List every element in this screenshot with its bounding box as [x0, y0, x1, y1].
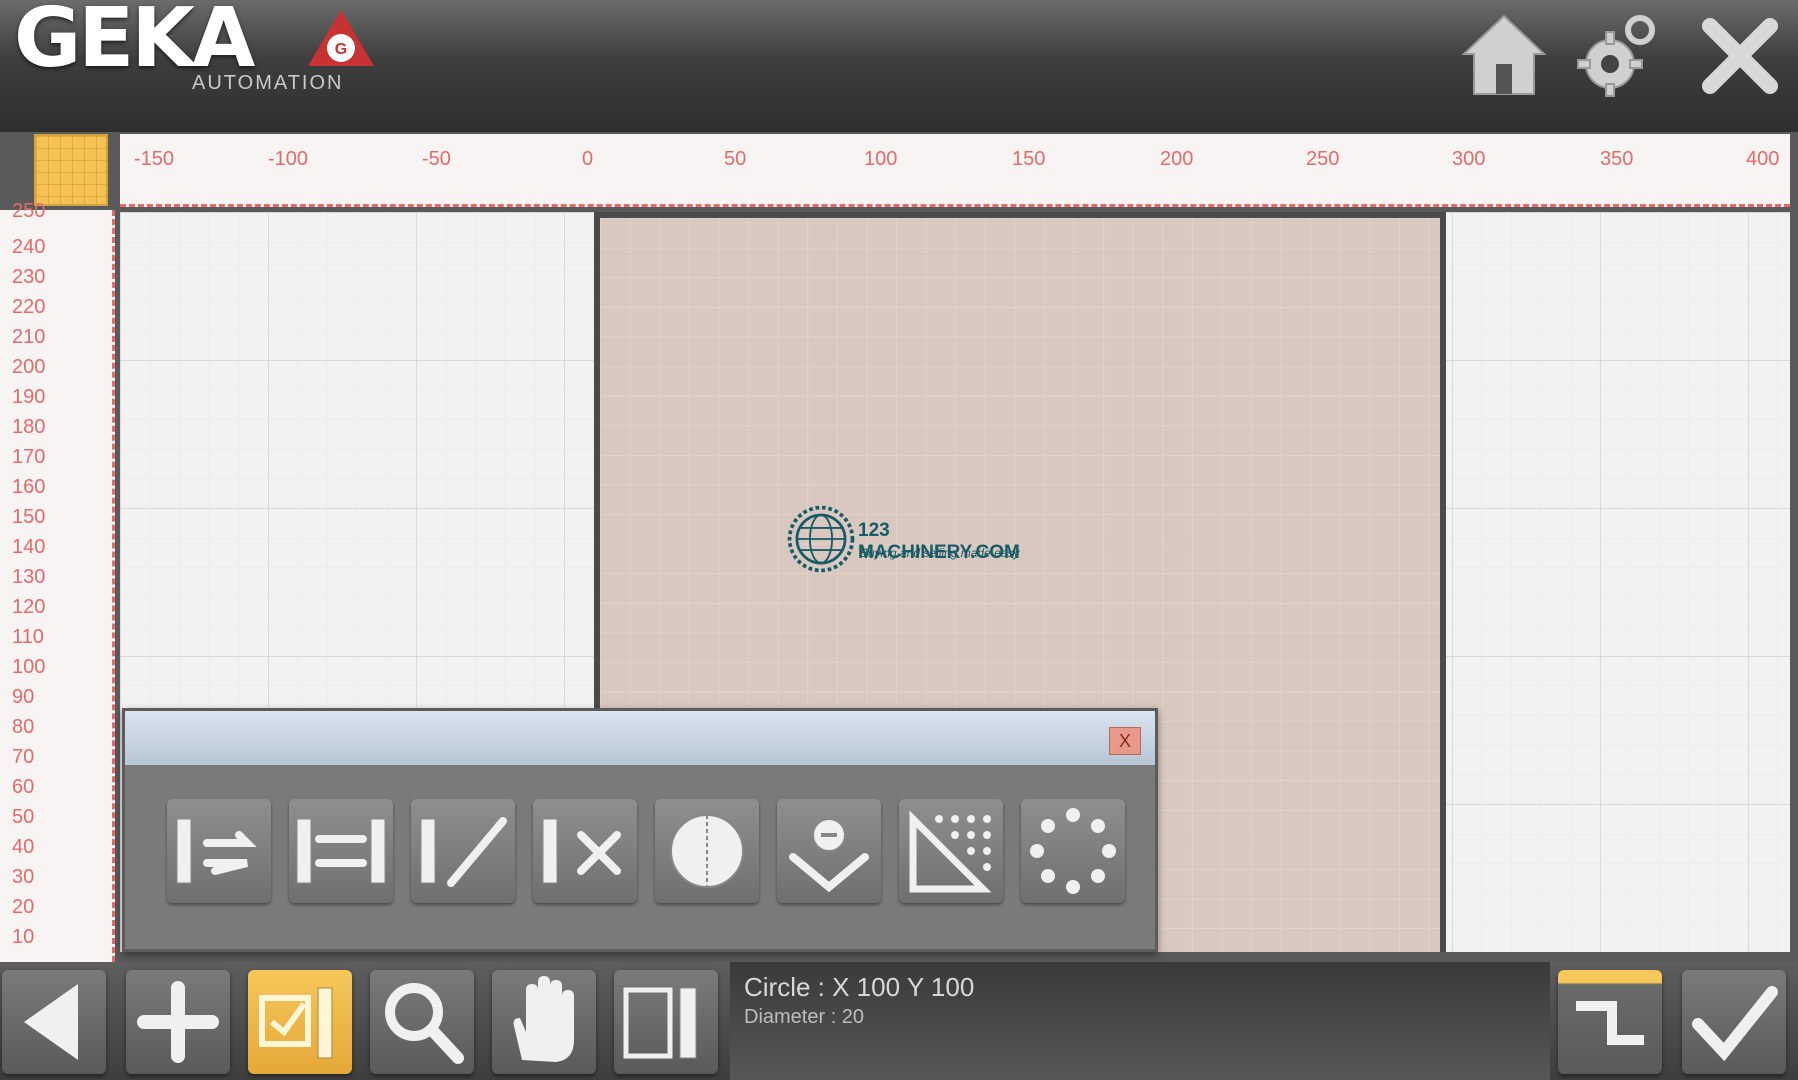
edit-line-tool-button[interactable] [411, 799, 515, 903]
ruler-top-label: -50 [422, 148, 451, 170]
close-button[interactable] [1690, 6, 1790, 106]
ruler-top-label: 50 [724, 148, 747, 170]
home-button[interactable] [1454, 6, 1554, 106]
watermark-tagline: Buying and selling made easy [860, 546, 1020, 560]
confirm-check-icon [1692, 986, 1778, 1062]
ruler-left-label: 30 [12, 866, 35, 888]
globe-gear-icon [787, 505, 855, 573]
ruler-left-label: 90 [12, 686, 35, 708]
confirm-button[interactable] [1682, 970, 1786, 1074]
circle-tool-button[interactable] [655, 799, 759, 903]
ruler-left-label: 70 [12, 746, 35, 768]
ruler-left-label: 160 [12, 476, 46, 498]
move-tool-button[interactable] [167, 799, 271, 903]
grid-toggle-button[interactable] [34, 134, 108, 206]
bottom-toolbar: Circle : X 100 Y 100 Diameter : 20 [0, 962, 1798, 1080]
add-icon [137, 981, 219, 1063]
circular-pattern-tool-icon [1030, 808, 1116, 894]
mirror-tool-button[interactable] [777, 799, 881, 903]
ruler-left-label: 20 [12, 896, 35, 918]
ruler-left-label: 150 [12, 506, 46, 528]
ruler-top-label: 200 [1160, 148, 1194, 170]
ruler-left-label: 50 [12, 806, 35, 828]
step-profile-button[interactable] [1558, 970, 1662, 1074]
ruler-top-label: 100 [864, 148, 898, 170]
circle-tool-icon [670, 814, 744, 888]
palette-title-bar[interactable]: X [125, 711, 1155, 765]
top-ruler: -150 -100 -50 0 50 100 150 200 250 300 3… [120, 134, 1790, 207]
ruler-left-label: 140 [12, 536, 46, 558]
logo-subtext: AUTOMATION [192, 72, 344, 94]
ruler-left-label: 80 [12, 716, 35, 738]
select-icon [259, 987, 333, 1059]
select-button[interactable] [248, 970, 352, 1074]
status-diameter-info: Diameter : 20 [744, 1006, 865, 1028]
pan-hand-icon [513, 976, 574, 1062]
ruler-top-label: 0 [582, 148, 594, 170]
settings-button[interactable] [1568, 6, 1668, 106]
ruler-left-label: 130 [12, 566, 46, 588]
edit-line-tool-icon [420, 817, 507, 887]
grid-snap-tool-button[interactable] [899, 799, 1003, 903]
close-icon [1702, 18, 1778, 94]
ruler-left-label: 190 [12, 386, 46, 408]
circular-pattern-tool-button[interactable] [1021, 799, 1125, 903]
status-element-info: Circle : X 100 Y 100 [744, 972, 975, 1002]
ruler-top-label: 300 [1452, 148, 1486, 170]
ruler-top-label: -100 [268, 148, 309, 170]
logo-mark-icon: G [308, 10, 374, 66]
tool-palette: X [122, 708, 1158, 952]
ruler-left-label: 100 [12, 656, 46, 678]
delete-tool-button[interactable] [533, 799, 637, 903]
zoom-button[interactable] [370, 970, 474, 1074]
zoom-icon [385, 983, 464, 1064]
distribute-tool-icon [296, 818, 386, 884]
distribute-tool-button[interactable] [289, 799, 393, 903]
ruler-top-label: 250 [1306, 148, 1340, 170]
add-button[interactable] [126, 970, 230, 1074]
ruler-left-label: 110 [12, 626, 44, 648]
grid-snap-tool-icon [909, 810, 992, 893]
ruler-left-label: 120 [12, 596, 46, 618]
step-profile-icon [1576, 1001, 1644, 1045]
pan-button[interactable] [492, 970, 596, 1074]
ruler-left-label: 240 [12, 236, 46, 258]
svg-text:G: G [335, 41, 347, 58]
ruler-top-label: 400 [1746, 148, 1780, 170]
app-header: GEKA AUTOMATION G [0, 0, 1798, 132]
left-ruler: 250 240 230 220 210 200 190 180 170 160 … [0, 200, 115, 962]
back-icon [24, 984, 78, 1060]
home-icon [1461, 14, 1547, 95]
library-icon [623, 987, 697, 1059]
status-panel: Circle : X 100 Y 100 Diameter : 20 [730, 962, 1550, 1080]
ruler-left-label: 220 [12, 296, 46, 318]
library-button[interactable] [614, 970, 718, 1074]
ruler-left-label: 40 [12, 836, 35, 858]
ruler-left-label: 230 [12, 266, 46, 288]
ruler-left-label: 60 [12, 776, 35, 798]
ruler-left-label: 250 [12, 200, 46, 222]
settings-gear-icon [1577, 15, 1655, 97]
move-tool-icon [176, 818, 257, 884]
delete-tool-icon [542, 818, 621, 884]
ruler-top-label: 350 [1600, 148, 1634, 170]
ruler-top-label: -150 [134, 148, 175, 170]
palette-close-button[interactable]: X [1109, 727, 1141, 755]
ruler-left-label: 200 [12, 356, 46, 378]
ruler-left-label: 10 [12, 926, 35, 948]
ruler-left-label: 180 [12, 416, 46, 438]
back-button[interactable] [2, 970, 106, 1074]
watermark-logo: 123 MACHINERY.COM Buying and selling mad… [784, 502, 1024, 582]
ruler-left-label: 210 [12, 326, 46, 348]
ruler-top-label: 150 [1012, 148, 1046, 170]
ruler-left-label: 170 [12, 446, 46, 468]
logo-text: GEKA [14, 0, 255, 86]
mirror-tool-icon [789, 818, 869, 893]
